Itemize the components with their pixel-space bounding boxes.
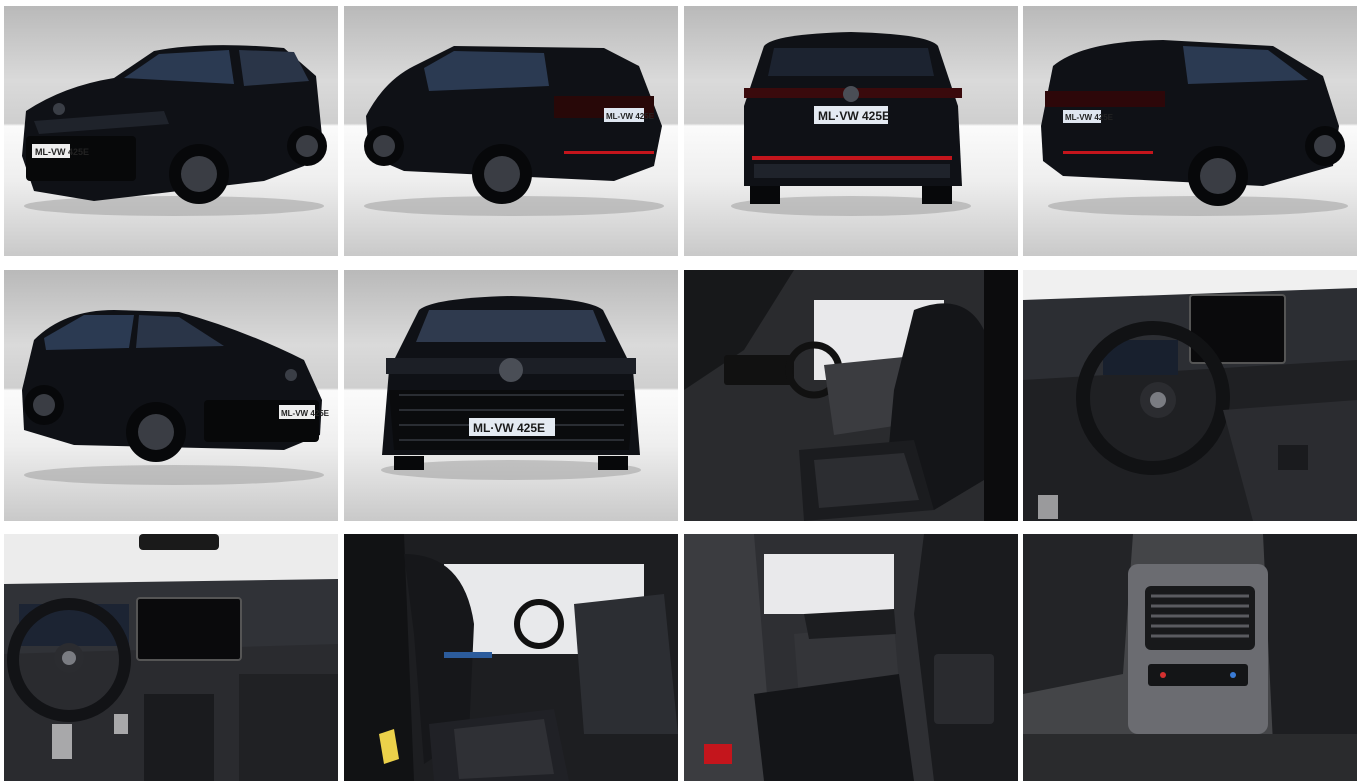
door-seat-image <box>344 534 678 781</box>
plate-text: ML-VW 425E <box>35 147 89 157</box>
vw-logo-icon <box>53 103 65 115</box>
plate-text: ML·VW 425E <box>818 109 890 123</box>
vw-logo-icon <box>843 86 859 102</box>
plate-text: ML-VW 425E <box>281 409 330 418</box>
suv-rear-right-image: ML-VW 425E <box>1041 40 1348 216</box>
suv-front-image: ML·VW 425E <box>381 296 641 480</box>
vw-logo-icon <box>1150 392 1166 408</box>
vw-logo-icon <box>499 358 523 382</box>
front-seats-image <box>684 270 1018 521</box>
photo-front-left[interactable]: ML-VW 425E <box>4 6 338 256</box>
cockpit-image <box>1023 270 1357 521</box>
dashboard-image <box>4 534 338 781</box>
photo-dashboard[interactable] <box>4 534 338 781</box>
plate-text: ML-VW 425E <box>1065 113 1114 122</box>
photo-seat-from-door[interactable] <box>344 534 678 781</box>
suv-rear-image: ML·VW 425E <box>731 32 971 216</box>
photo-front[interactable]: ML·VW 425E <box>344 270 678 521</box>
photo-rear-right[interactable]: ML-VW 425E <box>1023 6 1357 256</box>
photo-rear-seats[interactable] <box>684 534 1018 781</box>
rear-vents-image <box>1023 534 1357 781</box>
suv-front-right-image: ML-VW 425E <box>22 310 330 485</box>
photo-front-seats[interactable] <box>684 270 1018 521</box>
photo-cockpit[interactable] <box>1023 270 1357 521</box>
vw-logo-icon <box>62 651 76 665</box>
vw-logo-icon <box>285 369 297 381</box>
photo-rear-left[interactable]: ML-VW 425E <box>344 6 678 256</box>
rear-seats-image <box>684 534 1018 781</box>
infotainment-screen <box>136 597 242 661</box>
photo-rear[interactable]: ML·VW 425E <box>684 6 1018 256</box>
suv-rear-left-image: ML-VW 425E <box>364 46 664 216</box>
suv-front-left-image: ML-VW 425E <box>22 45 327 216</box>
photo-front-right[interactable]: ML-VW 425E <box>4 270 338 521</box>
plate-text: ML·VW 425E <box>473 421 545 435</box>
plate-text: ML-VW 425E <box>606 112 655 121</box>
photo-gallery: ML-VW 425E ML-VW 425E ML·VW 425E ML-VW 4… <box>0 0 1365 781</box>
photo-rear-vents[interactable] <box>1023 534 1357 781</box>
